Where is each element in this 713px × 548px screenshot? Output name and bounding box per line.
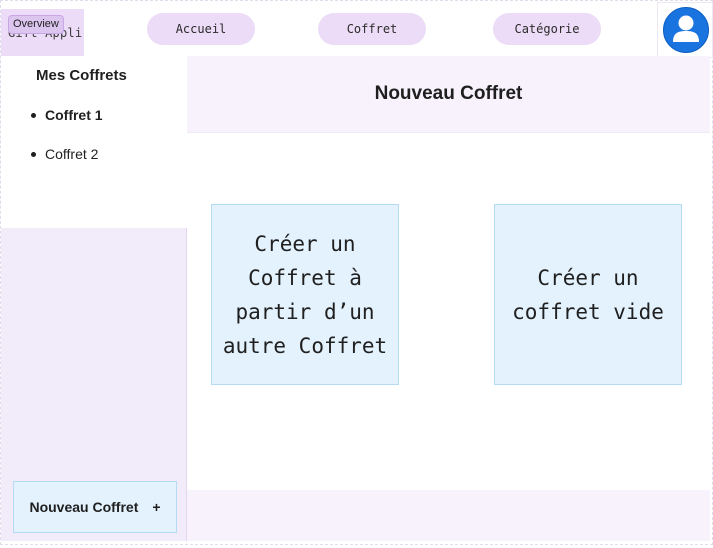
sidebar-title: Mes Coffrets xyxy=(36,67,127,84)
create-empty-label: Créer un coffret vide xyxy=(512,265,664,324)
user-avatar-button[interactable] xyxy=(657,2,713,58)
sidebar-list: Coffret 1 Coffret 2 xyxy=(30,104,103,182)
create-from-existing-card[interactable]: Créer un Coffret à partir d’un autre Cof… xyxy=(211,204,399,385)
new-coffret-label: Nouveau Coffret xyxy=(29,499,139,515)
create-empty-card[interactable]: Créer un coffret vide xyxy=(494,204,682,385)
new-coffret-button[interactable]: Nouveau Coffret + xyxy=(13,481,177,533)
main-footer xyxy=(187,490,710,541)
page-title: Nouveau Coffret xyxy=(187,56,710,133)
nav-categorie[interactable]: Catégorie xyxy=(493,13,601,45)
plus-icon: + xyxy=(152,499,161,515)
nav-coffret[interactable]: Coffret xyxy=(318,13,426,45)
overview-badge: Overview xyxy=(8,15,64,34)
sidebar-item-coffret-1[interactable]: Coffret 1 xyxy=(30,104,103,143)
user-avatar-icon xyxy=(663,7,709,53)
sidebar-item-coffret-2[interactable]: Coffret 2 xyxy=(30,143,103,182)
create-from-existing-label: Créer un Coffret à partir d’un autre Cof… xyxy=(222,231,388,358)
nav-accueil[interactable]: Accueil xyxy=(147,13,255,45)
